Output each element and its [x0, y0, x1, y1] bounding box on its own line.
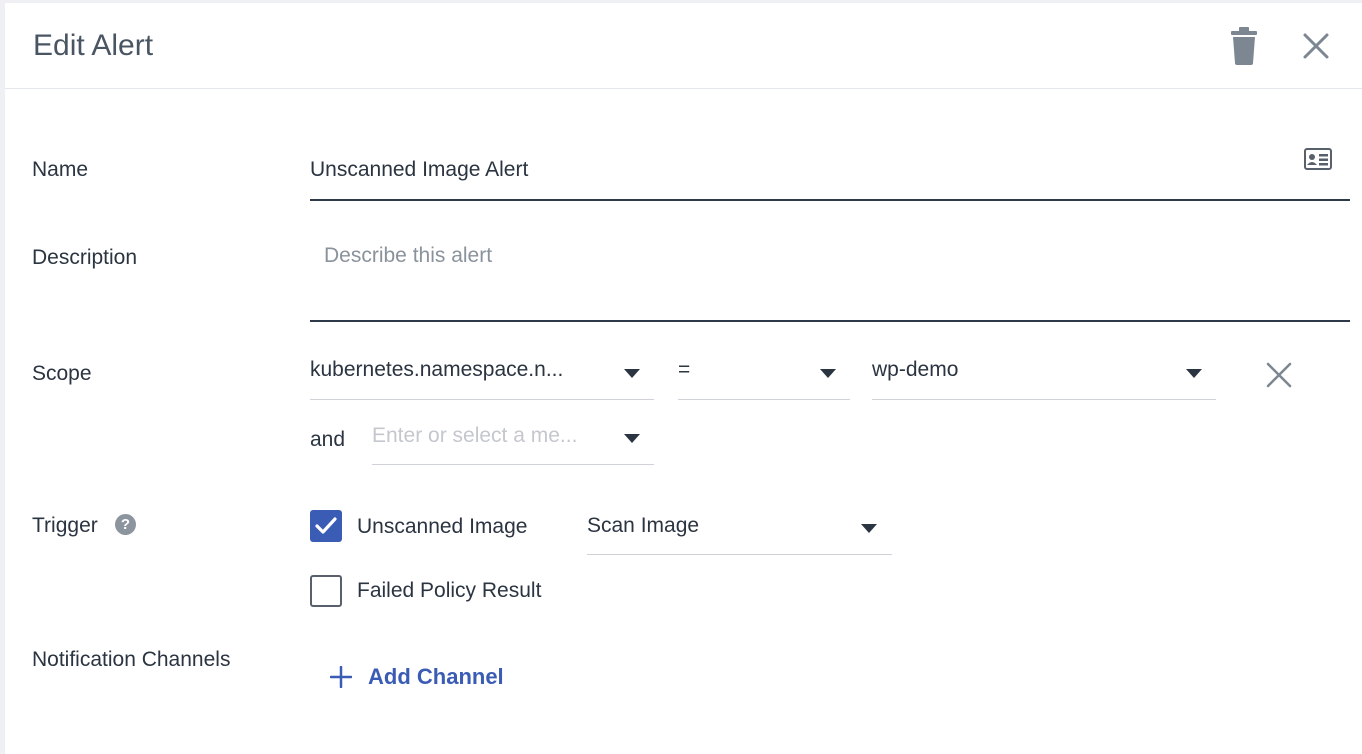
scope-add-condition-placeholder: Enter or select a me... — [372, 424, 578, 447]
trigger-label: Trigger — [32, 514, 98, 537]
scope-and-label: and — [310, 428, 346, 451]
add-channel-label: Add Channel — [368, 664, 504, 689]
trash-icon — [1231, 27, 1257, 65]
unscanned-image-label: Unscanned Image — [357, 515, 528, 538]
plus-icon — [330, 666, 352, 688]
trigger-action-value: Scan Image — [587, 514, 700, 537]
delete-alert-button[interactable] — [1227, 27, 1261, 65]
chevron-down-icon — [820, 369, 836, 378]
id-card-icon — [1304, 148, 1332, 170]
chevron-down-icon — [1186, 369, 1202, 378]
checkmark-icon — [315, 517, 337, 534]
description-placeholder: Describe this alert — [324, 244, 493, 267]
scope-label: Scope — [32, 362, 92, 385]
failed-policy-label: Failed Policy Result — [357, 579, 542, 602]
close-dialog-button[interactable] — [1299, 29, 1333, 63]
scope-value-value: wp-demo — [872, 358, 959, 381]
chevron-down-icon — [624, 369, 640, 378]
help-icon[interactable]: ? — [115, 514, 136, 535]
scope-add-condition-select[interactable]: Enter or select a me... — [372, 410, 654, 465]
trigger-action-select[interactable]: Scan Image — [587, 500, 892, 555]
scope-operator-select[interactable]: = — [678, 344, 850, 400]
chevron-down-icon — [624, 434, 640, 443]
remove-scope-icon[interactable] — [1266, 362, 1292, 388]
scope-key-select[interactable]: kubernetes.namespace.n... — [310, 344, 654, 400]
scope-value-select[interactable]: wp-demo — [872, 344, 1216, 400]
scope-operator-value: = — [678, 358, 691, 381]
unscanned-image-checkbox[interactable] — [310, 510, 342, 542]
dialog-header: Edit Alert — [5, 3, 1362, 89]
name-label: Name — [32, 158, 89, 181]
notification-channels-label: Notification Channels — [32, 648, 231, 671]
scope-key-value: kubernetes.namespace.n... — [310, 358, 564, 381]
close-icon — [1303, 33, 1329, 59]
description-field[interactable]: Describe this alert — [310, 230, 1350, 322]
description-label: Description — [32, 246, 138, 269]
name-field[interactable]: Unscanned Image Alert — [310, 148, 1350, 201]
left-edge — [0, 0, 5, 754]
name-value: Unscanned Image Alert — [310, 158, 529, 181]
dialog-title: Edit Alert — [33, 29, 154, 62]
failed-policy-checkbox[interactable] — [310, 575, 342, 607]
chevron-down-icon — [861, 524, 877, 533]
